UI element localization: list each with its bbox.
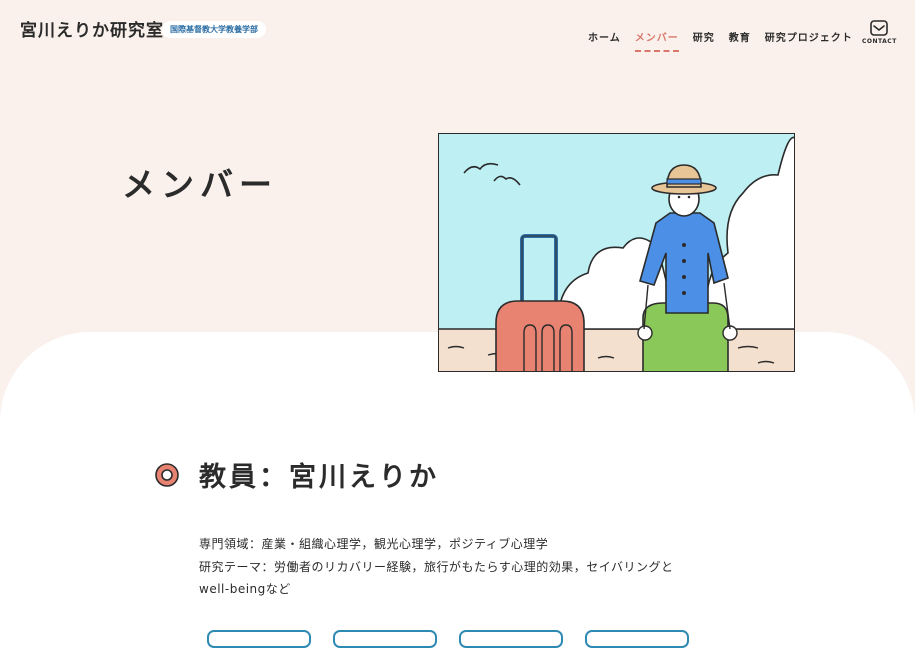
nav-item-home[interactable]: ホーム: [588, 29, 621, 44]
mail-icon: [870, 20, 888, 36]
field-text: 専門領域：産業・組織心理学，観光心理学，ポジティブ心理学: [199, 537, 549, 551]
member-tab-3[interactable]: [459, 630, 563, 648]
contact-label: CONTACT: [862, 38, 897, 45]
main-nav: ホーム メンバー 研究 教育 研究プロジェクト: [588, 29, 853, 52]
member-tab-1[interactable]: [207, 630, 311, 648]
affiliation-badge: 国際基督教大学教養学部: [162, 21, 266, 38]
page-title: メンバー: [122, 165, 278, 204]
site-header: 宮川えりか研究室 国際基督教大学教養学部 ホーム メンバー 研究 教育 研究プロ…: [0, 0, 915, 70]
nav-item-education[interactable]: 教育: [729, 29, 751, 44]
site-title[interactable]: 宮川えりか研究室: [20, 16, 164, 41]
faculty-heading: 教員：宮川えりか: [199, 462, 439, 493]
member-tab-4[interactable]: [585, 630, 689, 648]
theme-text-line1: 研究テーマ：労働者のリカバリー経験，旅行がもたらす心理的効果，セイバリングと: [199, 559, 674, 574]
target-icon: [155, 463, 179, 487]
faculty-info: 専門領域：産業・組織心理学，観光心理学，ポジティブ心理学 研究テーマ：労働者のリ…: [199, 533, 674, 601]
traveler-illustration: [438, 133, 795, 372]
content-panel: [0, 332, 915, 672]
contact-button[interactable]: CONTACT: [862, 20, 896, 45]
theme-text-line2: well-beingなど: [199, 582, 291, 596]
member-tab-2[interactable]: [333, 630, 437, 648]
nav-item-research[interactable]: 研究: [693, 29, 715, 44]
nav-item-member[interactable]: メンバー: [634, 29, 679, 52]
nav-item-projects[interactable]: 研究プロジェクト: [765, 29, 853, 44]
